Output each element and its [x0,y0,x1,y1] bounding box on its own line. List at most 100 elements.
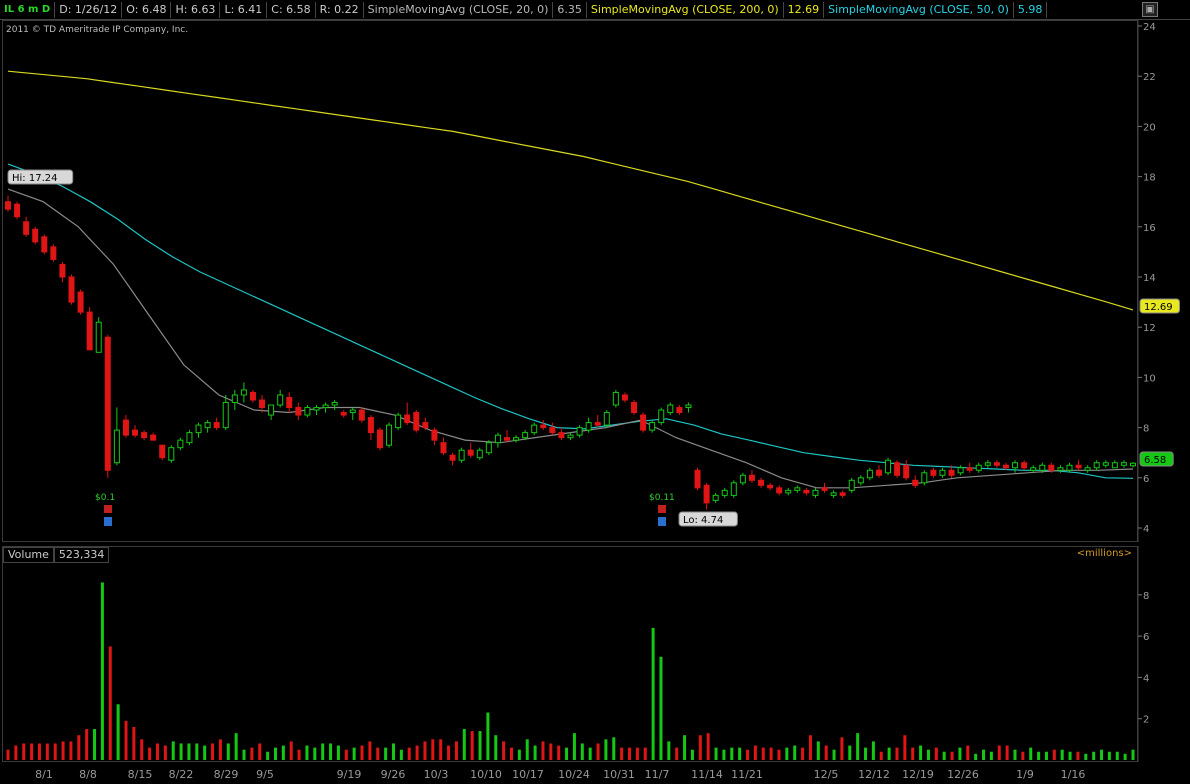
volume-bar [675,747,679,760]
volume-bar [832,749,836,760]
volume-bar [628,747,632,760]
candle-body [513,437,520,441]
candle-body [522,432,529,439]
candle [195,422,202,438]
volume-bar [30,743,34,760]
volume-bar [1115,751,1119,760]
volume-bar [368,741,372,760]
candle [413,410,420,433]
candle-body [77,291,84,313]
candle-body [612,391,619,406]
volume-bar [1100,749,1104,760]
candle [785,487,792,496]
candle [1012,460,1019,473]
volume-bar [289,741,293,760]
candle-body [386,424,393,446]
volume-bar [683,735,687,760]
volume-bar [494,735,498,760]
volume-bar [824,745,828,760]
candle [885,457,892,476]
low-annotation: Lo: 4.74 [683,515,723,526]
candle [50,244,57,262]
candle [268,404,275,421]
volume-axis-label: 4 [1143,673,1149,684]
candle [830,490,837,498]
candle [649,420,656,433]
candle [748,470,755,483]
candle [277,389,284,408]
candle [758,477,765,488]
volume-bar [234,733,238,760]
x-axis-label: 12/26 [947,768,979,781]
volume-bar [541,741,545,760]
candle-body [603,412,610,426]
candle [1021,460,1028,471]
price-axis-label: 10 [1143,373,1156,384]
candle-body [249,391,256,401]
volume-bar [148,747,152,760]
volume-bar [1131,749,1135,760]
volume-bar [517,749,521,760]
candle [594,415,601,428]
candle-body [494,434,501,444]
candle [322,402,329,413]
candle [141,430,148,441]
volume-bar [22,743,26,760]
x-axis-label: 10/17 [512,768,544,781]
candle-body [268,404,275,416]
candle-body [1002,464,1009,469]
candle-body [758,479,765,486]
volume-bar [777,749,781,760]
candle-body [821,487,828,491]
candle [14,201,21,220]
candle [549,422,556,436]
volume-bar [45,743,49,760]
candle [857,475,864,486]
volume-bar [871,741,875,760]
candle [866,467,873,481]
candle-body [993,462,1000,466]
candle-body [739,474,746,484]
candle-body [1048,464,1055,471]
price-axis-label: 8 [1143,424,1149,435]
volume-bar [525,739,529,760]
volume-bar [1005,745,1009,760]
sma20-line [7,188,1134,489]
candle-body [984,462,991,466]
candle-body [431,429,438,441]
x-axis-label: 12/5 [814,768,839,781]
volume-bar [848,745,852,760]
candle [331,399,338,411]
candle-body [1066,464,1073,471]
candle-body [68,276,75,303]
volume-bar [407,747,411,760]
volume-bar [604,739,608,760]
candle [558,427,565,441]
candle-body [14,203,21,218]
candle-body [966,467,973,471]
x-axis-label: 10/3 [424,768,449,781]
x-axis-label: 9/5 [256,768,274,781]
volume-bar [856,733,860,760]
candle-body [748,474,755,481]
candle-body [86,311,93,351]
candle [295,402,302,421]
volume-bar [478,731,482,760]
last-price-tag: 6.58 [1144,455,1166,466]
volume-bar [1107,751,1111,760]
candle [395,412,402,431]
candle [721,487,728,498]
candle-body [549,427,556,434]
candle [576,425,583,438]
candle-body [975,464,982,471]
candle-body [186,432,193,444]
candle [95,317,102,353]
candle-body [903,464,910,479]
volume-bar [77,735,81,760]
candle-body [213,422,220,429]
candle [494,432,501,448]
candle-body [5,201,11,210]
volume-bar [533,745,537,760]
candle-body [1093,462,1100,469]
candle [467,442,474,458]
